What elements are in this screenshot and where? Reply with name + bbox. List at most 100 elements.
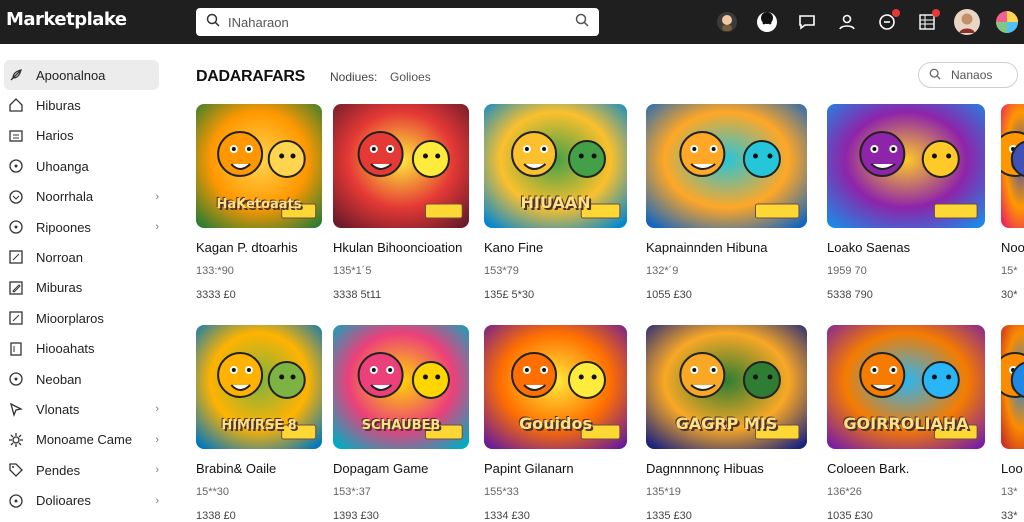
- game-card[interactable]: Gouidos Papint Gilanarn 155*33 1334 £30: [484, 325, 627, 522]
- sidebar-item[interactable]: Noorrhala ›: [4, 182, 159, 212]
- secondary-search-input[interactable]: Nanaos: [918, 62, 1018, 88]
- game-art-title: GOIRROLIAHA: [843, 414, 969, 433]
- game-thumbnail[interactable]: [646, 104, 807, 228]
- cursor-icon: [8, 401, 24, 418]
- game-thumbnail[interactable]: HIUAAN: [484, 104, 627, 228]
- sidebar-item[interactable]: Uhoanga: [4, 151, 159, 181]
- game-title[interactable]: Brabin& Oaile: [196, 461, 322, 476]
- sidebar-item[interactable]: Hiooahats: [4, 334, 159, 364]
- game-title[interactable]: Kano Fine: [484, 240, 627, 255]
- filter-value[interactable]: Golioes: [390, 70, 431, 84]
- game-card[interactable]: Noo 15* 30*: [1001, 104, 1024, 301]
- sidebar-item-label: Neoban: [36, 371, 82, 387]
- sidebar-item[interactable]: Harios: [4, 121, 159, 151]
- game-rating: 133:*90: [196, 265, 234, 277]
- sidebar-item[interactable]: Mioorplaros: [4, 303, 159, 333]
- sidebar-item-label: Noorrhala: [36, 189, 94, 205]
- game-thumbnail[interactable]: HaKetoaats: [196, 104, 322, 228]
- game-thumbnail[interactable]: [827, 104, 985, 228]
- game-price: 1055 £30: [646, 289, 692, 301]
- game-card[interactable]: Kapnainnden Hibuna 132*´9 1055 £30: [646, 104, 807, 301]
- gear-icon: [8, 432, 24, 448]
- sidebar-item[interactable]: Vlonats ›: [4, 394, 159, 424]
- sidebar-item-label: Miburas: [36, 280, 83, 296]
- circle-icon: [8, 219, 24, 235]
- game-card[interactable]: HIUAAN Kano Fine 153*79 135£ 5*30: [484, 104, 627, 301]
- game-price: 135£ 5*30: [484, 289, 535, 301]
- sidebar-item[interactable]: Miburas: [4, 273, 159, 303]
- game-card[interactable]: SCHAUBEB Dopagam Game 153*:37 1393 £30: [333, 325, 469, 522]
- top-icons: [702, 0, 1024, 44]
- sidebar-item[interactable]: Norroan: [4, 242, 159, 272]
- app-logo[interactable]: Marketplake: [6, 9, 127, 30]
- chevron-right-icon: ›: [155, 190, 159, 203]
- page-title: DADARAFARS: [196, 68, 306, 85]
- profile-avatar[interactable]: [952, 7, 982, 37]
- game-thumbnail[interactable]: [333, 104, 469, 228]
- color-wheel-icon[interactable]: [992, 7, 1022, 37]
- game-rating: 155*33: [484, 486, 519, 498]
- game-rating: 153*:37: [333, 486, 371, 498]
- circle-icon: [8, 371, 24, 387]
- grid-icon[interactable]: [912, 7, 942, 37]
- feather-icon: [8, 67, 24, 83]
- doc-icon: [8, 341, 24, 357]
- game-price: 3338 5t11: [333, 289, 382, 301]
- game-thumbnail[interactable]: [1001, 104, 1024, 228]
- game-card[interactable]: Hkulan Bihooncioation 135*1´5 3338 5t11: [333, 104, 469, 301]
- box-icon: [8, 249, 24, 265]
- user-icon[interactable]: [832, 7, 862, 37]
- game-thumbnail[interactable]: [1001, 325, 1024, 449]
- face-icon[interactable]: [752, 7, 782, 37]
- sidebar-item[interactable]: Hiburas: [4, 90, 159, 120]
- game-title[interactable]: Coloeen Bark.: [827, 461, 985, 476]
- sidebar-item-label: Ripoones: [36, 219, 91, 235]
- game-rating: 135*19: [646, 486, 681, 498]
- game-thumbnail[interactable]: SCHAUBEB: [333, 325, 469, 449]
- game-title[interactable]: Noo: [1001, 240, 1024, 255]
- sidebar-item[interactable]: Apoonalnoa: [4, 60, 159, 90]
- game-rating: 153*79: [484, 265, 519, 277]
- game-card[interactable]: GAGRP MIS Dagnnnnonç Hibuas 135*19 1335 £30: [646, 325, 807, 522]
- search-bar[interactable]: INaharaon: [196, 8, 599, 36]
- sidebar-item[interactable]: Monoame Came ›: [4, 425, 159, 455]
- sidebar-item[interactable]: Neoban: [4, 364, 159, 394]
- game-card[interactable]: HIMIRSE 8 Brabin& Oaile 15**30 1338 £0: [196, 325, 322, 522]
- avatar-icon[interactable]: [712, 7, 742, 37]
- game-thumbnail[interactable]: GAGRP MIS: [646, 325, 807, 449]
- sidebar-item[interactable]: Dolioares ›: [4, 486, 159, 516]
- game-title[interactable]: Papint Gilanarn: [484, 461, 627, 476]
- game-thumbnail[interactable]: GOIRROLIAHA: [827, 325, 985, 449]
- game-title[interactable]: Dagnnnnonç Hibuas: [646, 461, 807, 476]
- game-card[interactable]: Loako Saenas 1959 70 5338 790: [827, 104, 985, 301]
- game-title[interactable]: Dopagam Game: [333, 461, 469, 476]
- game-thumbnail[interactable]: Gouidos: [484, 325, 627, 449]
- search-icon: [929, 68, 941, 83]
- secondary-search-placeholder: Nanaos: [951, 68, 993, 82]
- sidebar-item-label: Mioorplaros: [36, 310, 104, 326]
- chevron-right-icon: ›: [155, 433, 159, 446]
- sidebar-item-label: Pendes: [36, 462, 81, 478]
- notification-icon[interactable]: [872, 7, 902, 37]
- game-title[interactable]: Loako Saenas: [827, 240, 985, 255]
- edit-icon: [8, 280, 24, 296]
- search-submit-icon[interactable]: [575, 13, 589, 32]
- sidebar-item-label: Harios: [36, 128, 74, 144]
- game-price: 30*: [1001, 289, 1018, 301]
- sidebar-item[interactable]: Pendes ›: [4, 455, 159, 485]
- list-icon: [8, 128, 24, 144]
- game-title[interactable]: Kagan P. dtoarhis: [196, 240, 322, 255]
- game-thumbnail[interactable]: HIMIRSE 8: [196, 325, 322, 449]
- game-rating: 13*: [1001, 486, 1018, 498]
- game-rating: 15*: [1001, 265, 1018, 277]
- game-card[interactable]: HaKetoaats Kagan P. dtoarhis 133:*90 3333 £…: [196, 104, 322, 301]
- sidebar-item[interactable]: Ripoones ›: [4, 212, 159, 242]
- game-card[interactable]: GOIRROLIAHA Coloeen Bark. 136*26 1035 £30: [827, 325, 985, 522]
- game-title[interactable]: Kapnainnden Hibuna: [646, 240, 807, 255]
- chat-icon[interactable]: [792, 7, 822, 37]
- sidebar-item-label: Norroan: [36, 249, 83, 265]
- game-card[interactable]: Loo 13* 33*: [1001, 325, 1024, 522]
- game-title[interactable]: Hkulan Bihooncioation: [333, 240, 469, 255]
- game-title[interactable]: Loo: [1001, 461, 1024, 476]
- search-input[interactable]: INaharaon: [228, 15, 575, 30]
